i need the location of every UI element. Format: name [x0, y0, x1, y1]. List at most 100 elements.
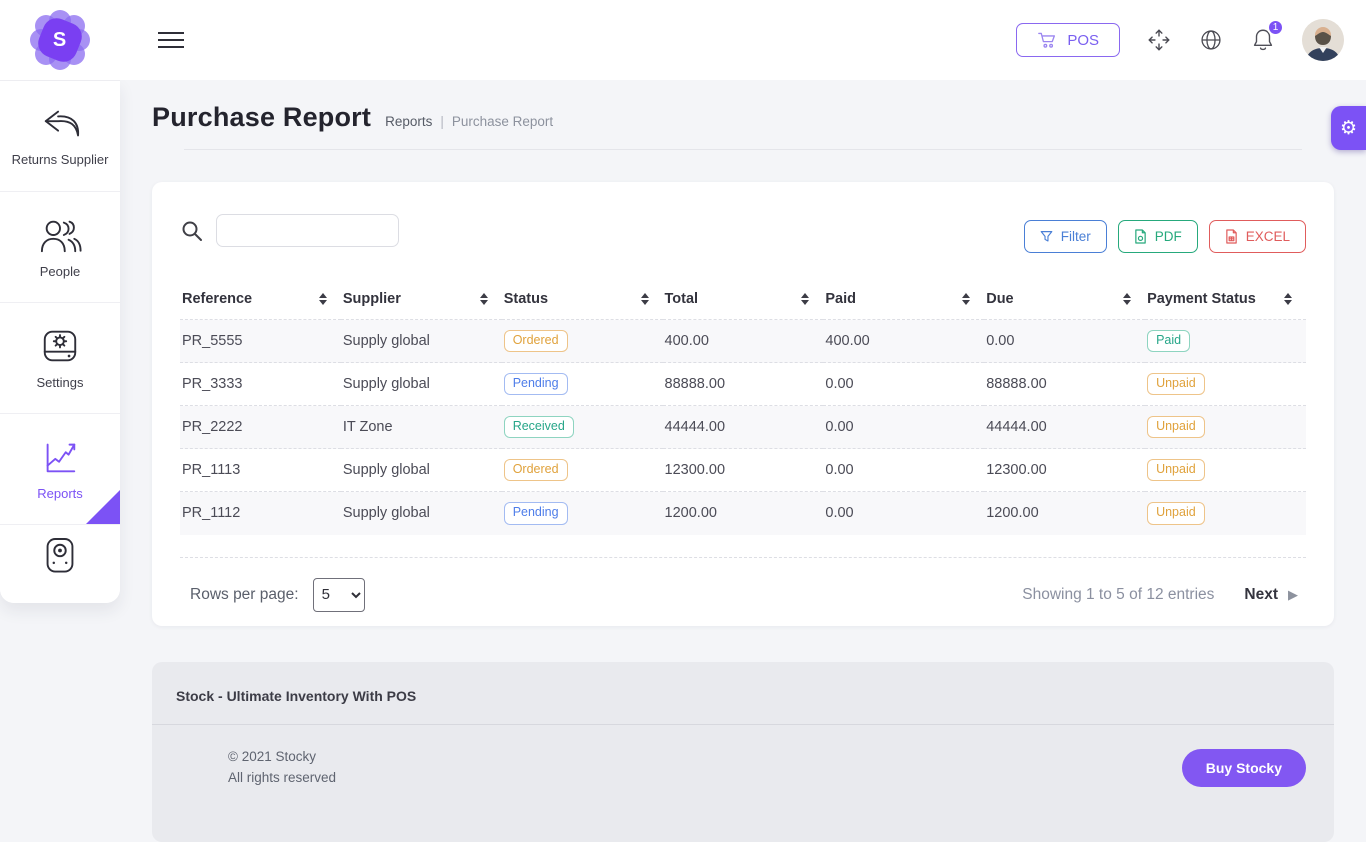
table-row[interactable]: PR_1113 Supply global Ordered 12300.00 0…: [180, 449, 1306, 492]
caret-right-icon: ▶: [1288, 587, 1298, 603]
pdf-file-icon: [1134, 229, 1147, 244]
sort-icon[interactable]: [801, 293, 809, 305]
cell-paid: 0.00: [823, 449, 984, 492]
breadcrumb-separator: |: [440, 114, 444, 129]
table-row[interactable]: PR_5555 Supply global Ordered 400.00 400…: [180, 320, 1306, 363]
settings-drive-icon: [38, 326, 82, 366]
filter-button[interactable]: Filter: [1024, 220, 1107, 253]
cell-due: 44444.00: [984, 406, 1145, 449]
sidebar-item-people[interactable]: People: [0, 192, 120, 303]
table-row[interactable]: PR_2222 IT Zone Received 44444.00 0.00 4…: [180, 406, 1306, 449]
pagination-bar: Rows per page: 5 Showing 1 to 5 of 12 en…: [180, 557, 1306, 612]
webcam-icon: [38, 535, 82, 587]
column-header-reference[interactable]: Reference: [180, 283, 341, 320]
cart-icon: [1037, 31, 1057, 49]
cell-reference: PR_5555: [180, 320, 341, 363]
sort-icon[interactable]: [480, 293, 488, 305]
status-badge: Pending: [504, 502, 568, 525]
theme-settings-button[interactable]: ⚙: [1331, 106, 1366, 150]
sidebar-item-reports[interactable]: Reports: [0, 414, 120, 525]
top-bar: S POS: [0, 0, 1366, 80]
pdf-button-label: PDF: [1155, 229, 1182, 244]
table-row[interactable]: PR_1112 Supply global Pending 1200.00 0.…: [180, 492, 1306, 535]
breadcrumb-current: Purchase Report: [452, 114, 553, 129]
sidebar-item-settings[interactable]: Settings: [0, 303, 120, 414]
column-header-supplier[interactable]: Supplier: [341, 283, 502, 320]
search-input[interactable]: [216, 214, 399, 247]
rights-text: All rights reserved: [228, 768, 336, 789]
menu-toggle-icon[interactable]: [152, 21, 190, 59]
sidebar-item-label: People: [40, 264, 80, 280]
buy-stocky-button[interactable]: Buy Stocky: [1182, 749, 1306, 787]
column-header-payment-status[interactable]: Payment Status: [1145, 283, 1306, 320]
sort-icon[interactable]: [319, 293, 327, 305]
cell-supplier: Supply global: [341, 449, 502, 492]
fullscreen-button[interactable]: [1146, 27, 1172, 53]
cell-due: 0.00: [984, 320, 1145, 363]
footer-title: Stock - Ultimate Inventory With POS: [152, 662, 1334, 724]
pdf-export-button[interactable]: PDF: [1118, 220, 1198, 253]
sort-icon[interactable]: [641, 293, 649, 305]
expand-arrows-icon: [1146, 27, 1172, 53]
cell-reference: PR_1112: [180, 492, 341, 535]
app-logo[interactable]: S: [0, 12, 120, 68]
people-icon: [37, 215, 83, 255]
payment-status-badge: Paid: [1147, 330, 1190, 353]
column-header-paid[interactable]: Paid: [823, 283, 984, 320]
rows-per-page-select[interactable]: 5: [313, 578, 365, 612]
gear-icon: ⚙: [1340, 119, 1357, 138]
sort-icon[interactable]: [1123, 293, 1131, 305]
column-header-due[interactable]: Due: [984, 283, 1145, 320]
sidebar-item-pos-device[interactable]: [0, 525, 120, 603]
excel-export-button[interactable]: EXCEL: [1209, 220, 1306, 253]
status-badge: Received: [504, 416, 574, 439]
pos-button[interactable]: POS: [1016, 23, 1120, 57]
sort-icon[interactable]: [962, 293, 970, 305]
avatar-image: [1302, 19, 1344, 61]
status-badge: Pending: [504, 373, 568, 396]
breadcrumb: Reports | Purchase Report: [385, 114, 553, 129]
cell-total: 400.00: [663, 320, 824, 363]
cell-supplier: Supply global: [341, 363, 502, 406]
main-content: Purchase Report Reports | Purchase Report: [120, 80, 1366, 800]
sidebar-item-label: Settings: [37, 375, 84, 391]
cell-total: 88888.00: [663, 363, 824, 406]
sidebar-item-returns-supplier[interactable]: Returns Supplier: [0, 81, 120, 192]
payment-status-badge: Unpaid: [1147, 502, 1205, 525]
cell-supplier: Supply global: [341, 492, 502, 535]
next-page-button[interactable]: Next ▶: [1244, 586, 1298, 604]
cell-supplier: IT Zone: [341, 406, 502, 449]
purchase-report-table: Reference Supplier Status Total Paid Due…: [180, 283, 1306, 535]
payment-status-badge: Unpaid: [1147, 373, 1205, 396]
table-row[interactable]: PR_3333 Supply global Pending 88888.00 0…: [180, 363, 1306, 406]
payment-status-badge: Unpaid: [1147, 416, 1205, 439]
notifications-button[interactable]: 1: [1250, 26, 1276, 54]
status-badge: Ordered: [504, 459, 568, 482]
filter-button-label: Filter: [1061, 229, 1091, 244]
copyright-text: © 2021 Stocky: [228, 747, 336, 768]
notification-badge: 1: [1267, 19, 1284, 36]
line-chart-icon: [38, 437, 82, 477]
cell-total: 44444.00: [663, 406, 824, 449]
logo-letter: S: [53, 29, 66, 52]
excel-file-icon: [1225, 229, 1238, 244]
footer: Stock - Ultimate Inventory With POS © 20…: [152, 662, 1334, 842]
status-badge: Ordered: [504, 330, 568, 353]
report-card: Filter PDF EXCEL Refe: [152, 182, 1334, 626]
sidebar-item-label: Reports: [37, 486, 83, 502]
cell-paid: 400.00: [823, 320, 984, 363]
search-icon: [180, 219, 204, 243]
cell-total: 1200.00: [663, 492, 824, 535]
funnel-icon: [1040, 230, 1053, 243]
return-arrow-icon: [38, 105, 82, 143]
page-title: Purchase Report: [152, 102, 371, 133]
breadcrumb-section[interactable]: Reports: [385, 114, 432, 129]
cell-paid: 0.00: [823, 363, 984, 406]
sort-icon[interactable]: [1284, 293, 1292, 305]
rows-per-page-label: Rows per page:: [190, 586, 299, 604]
column-header-total[interactable]: Total: [663, 283, 824, 320]
column-header-status[interactable]: Status: [502, 283, 663, 320]
pos-button-label: POS: [1067, 32, 1099, 49]
user-avatar[interactable]: [1302, 19, 1344, 61]
language-button[interactable]: [1198, 27, 1224, 53]
